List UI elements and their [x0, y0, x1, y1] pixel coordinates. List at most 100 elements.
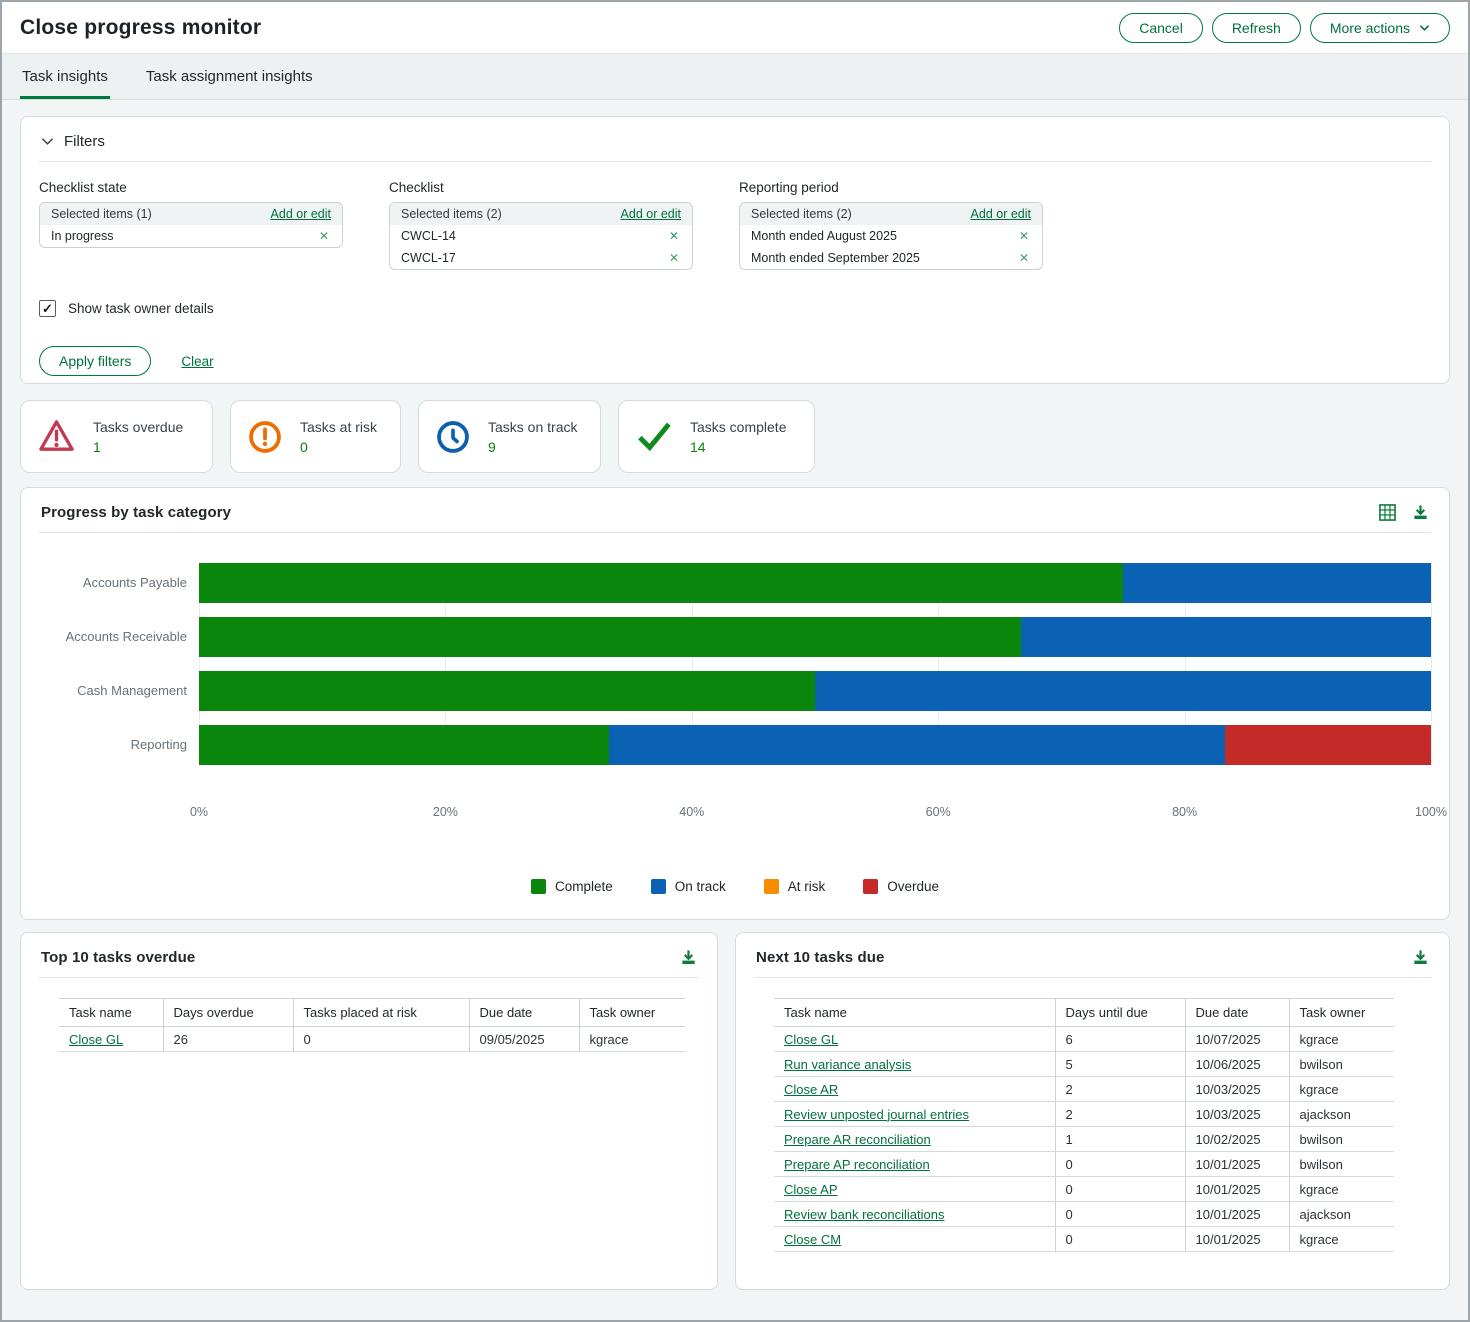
more-actions-button[interactable]: More actions [1310, 13, 1450, 43]
download-icon[interactable] [1412, 949, 1429, 966]
download-icon[interactable] [1412, 504, 1429, 521]
table-cell: Close AP [774, 1177, 1055, 1202]
bar-reporting [199, 725, 1431, 765]
table-cell: 10/07/2025 [1185, 1027, 1289, 1052]
table-cell: bwilson [1289, 1052, 1394, 1077]
filters-panel: Filters Checklist state Selected items (… [20, 116, 1450, 384]
overdue-card-header: Top 10 tasks overdue [39, 947, 699, 978]
alert-circle-icon [247, 419, 283, 455]
bar-segment-complete[interactable] [199, 725, 609, 765]
app-header: Close progress monitor Cancel Refresh Mo… [2, 2, 1468, 54]
axis-tick-label: 0% [190, 805, 208, 819]
bar-segment-on-track[interactable] [1123, 563, 1431, 603]
task-link[interactable]: Close GL [69, 1032, 123, 1047]
bar-segment-complete[interactable] [199, 563, 1123, 603]
remove-item-icon[interactable]: ✕ [669, 229, 681, 243]
table-cell: 10/01/2025 [1185, 1202, 1289, 1227]
clear-filters-link[interactable]: Clear [181, 354, 213, 369]
axis-tick-label: 100% [1415, 805, 1447, 819]
task-link[interactable]: Review unposted journal entries [784, 1107, 969, 1122]
task-link[interactable]: Close AP [784, 1182, 837, 1197]
bar-cash-management [199, 671, 1431, 711]
filters-title: Filters [64, 133, 105, 150]
filter-box: Selected items (2) Add or edit CWCL-14 ✕ C… [389, 202, 693, 270]
task-link[interactable]: Prepare AR reconciliation [784, 1132, 931, 1147]
bar-segment-complete[interactable] [199, 617, 1021, 657]
bar-segment-on-track[interactable] [1021, 617, 1431, 657]
legend-item-on-track[interactable]: On track [651, 879, 726, 894]
tab-task-assignment-insights[interactable]: Task assignment insights [144, 54, 315, 99]
page-title: Close progress monitor [20, 16, 261, 40]
table-row: Close GL610/07/2025kgrace [774, 1027, 1394, 1052]
filter-actions: Apply filters Clear [39, 346, 1431, 376]
cancel-button[interactable]: Cancel [1119, 13, 1203, 43]
filter-box: Selected items (2) Add or edit Month end… [739, 202, 1043, 270]
table-cell: 1 [1055, 1127, 1185, 1152]
category-label: Accounts Payable [39, 563, 199, 603]
legend-item-at-risk[interactable]: At risk [764, 879, 826, 894]
column-header-days-until-due: Days until due [1055, 999, 1185, 1027]
remove-item-icon[interactable]: ✕ [669, 251, 681, 265]
table-cell: kgrace [1289, 1227, 1394, 1252]
legend-label: Overdue [887, 879, 939, 894]
table-cell: kgrace [579, 1027, 685, 1052]
selected-items-count: Selected items (1) [51, 207, 152, 221]
chart-axis: 0%20%40%60%80%100% [199, 805, 1431, 821]
apply-filters-button[interactable]: Apply filters [39, 346, 151, 376]
filter-box-header: Selected items (1) Add or edit [40, 203, 342, 225]
summary-cards: Tasks overdue 1 Tasks at risk 0 Tasks [20, 400, 1450, 473]
remove-item-icon[interactable]: ✕ [1019, 251, 1031, 265]
add-or-edit-link[interactable]: Add or edit [971, 207, 1031, 221]
task-link[interactable]: Close AR [784, 1082, 838, 1097]
table-cell: kgrace [1289, 1077, 1394, 1102]
download-icon[interactable] [680, 949, 697, 966]
table-cell: 0 [1055, 1152, 1185, 1177]
show-task-owner-row: ✓ Show task owner details [39, 300, 1431, 317]
table-cell: 0 [1055, 1202, 1185, 1227]
filters-header[interactable]: Filters [39, 131, 1431, 162]
selected-items-count: Selected items (2) [751, 207, 852, 221]
table-cell: kgrace [1289, 1177, 1394, 1202]
summary-label: Tasks on track [488, 419, 577, 435]
selected-items-count: Selected items (2) [401, 207, 502, 221]
bar-segment-on-track[interactable] [815, 671, 1431, 711]
task-link[interactable]: Close GL [784, 1032, 838, 1047]
task-link[interactable]: Review bank reconciliations [784, 1207, 944, 1222]
table-row: Close AR210/03/2025kgrace [774, 1077, 1394, 1102]
bar-segment-on-track[interactable] [609, 725, 1225, 765]
show-task-owner-checkbox[interactable]: ✓ [39, 300, 56, 317]
bar-segment-complete[interactable] [199, 671, 815, 711]
table-cell: Run variance analysis [774, 1052, 1055, 1077]
table-cell: Review unposted journal entries [774, 1102, 1055, 1127]
axis-tick-label: 60% [926, 805, 951, 819]
filter-item-label: CWCL-14 [401, 229, 456, 243]
legend-item-overdue[interactable]: Overdue [863, 879, 939, 894]
category-label: Accounts Receivable [39, 617, 199, 657]
chart-bars [199, 563, 1431, 765]
add-or-edit-link[interactable]: Add or edit [621, 207, 681, 221]
category-label: Reporting [39, 725, 199, 765]
remove-item-icon[interactable]: ✕ [1019, 229, 1031, 243]
table-row: Review bank reconciliations010/01/2025aj… [774, 1202, 1394, 1227]
tab-bar: Task insights Task assignment insights [2, 54, 1468, 100]
table-view-icon[interactable] [1379, 504, 1396, 521]
add-or-edit-link[interactable]: Add or edit [271, 207, 331, 221]
remove-item-icon[interactable]: ✕ [319, 229, 331, 243]
filter-box-header: Selected items (2) Add or edit [740, 203, 1042, 225]
legend-item-complete[interactable]: Complete [531, 879, 613, 894]
filter-item-label: CWCL-17 [401, 251, 456, 265]
table-cell: 0 [1055, 1177, 1185, 1202]
task-link[interactable]: Run variance analysis [784, 1057, 911, 1072]
chart-card-header: Progress by task category [39, 502, 1431, 533]
table-cell: 09/05/2025 [469, 1027, 579, 1052]
table-cell: Close GL [59, 1027, 163, 1052]
tab-task-insights[interactable]: Task insights [20, 54, 110, 99]
table-cell: 26 [163, 1027, 293, 1052]
table-cell: 0 [293, 1027, 469, 1052]
refresh-button[interactable]: Refresh [1212, 13, 1301, 43]
filter-item-label: In progress [51, 229, 114, 243]
filter-box: Selected items (1) Add or edit In progre… [39, 202, 343, 248]
bar-segment-overdue[interactable] [1225, 725, 1431, 765]
task-link[interactable]: Prepare AP reconciliation [784, 1157, 930, 1172]
task-link[interactable]: Close CM [784, 1232, 841, 1247]
